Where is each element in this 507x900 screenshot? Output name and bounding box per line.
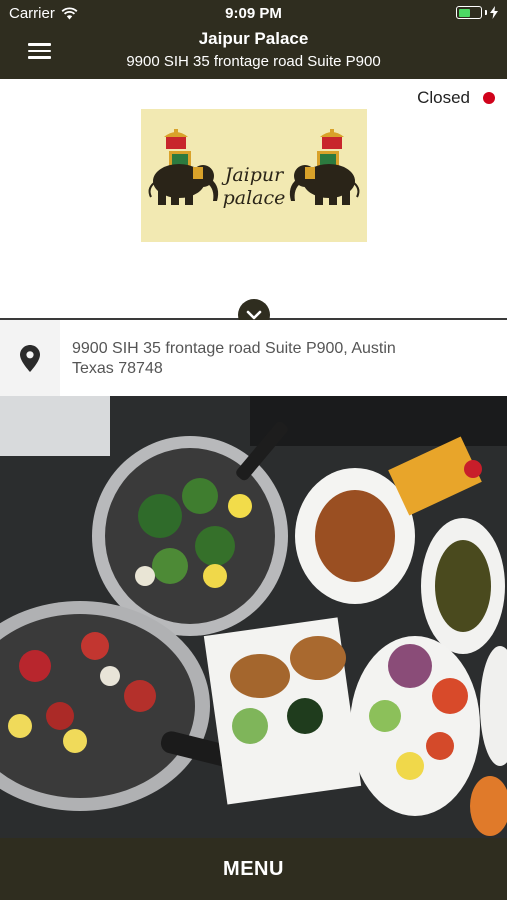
restaurant-name: Jaipur Palace [198,29,309,48]
status-dot-icon [483,92,495,104]
logo-text-line2: palace [223,187,286,209]
restaurant-logo: Jaipur palace [141,109,367,242]
open-status: Closed [417,88,495,108]
menu-button[interactable]: MENU [0,838,507,900]
address-row[interactable]: 9900 SIH 35 frontage road Suite P900, Au… [0,320,507,396]
open-status-label: Closed [417,88,470,107]
chevron-down-icon [246,310,262,320]
clock: 9:09 PM [225,5,282,22]
address-line1: 9900 SIH 35 frontage road Suite P900, Au… [72,340,396,357]
battery-indicator [456,6,498,19]
logo-text-line1: Jaipur [221,164,285,186]
full-address: 9900 SIH 35 frontage road Suite P900, Au… [72,339,472,379]
status-bar: Carrier 9:09 PM [0,0,507,26]
elephant-logo-image: Jaipur palace [148,129,360,209]
header-bar: Carrier 9:09 PM Jaipur Palace 9900 SIH 3… [0,0,507,79]
food-photo [0,396,507,838]
left-elephant-icon [148,129,219,205]
restaurant-address-short: 9900 SIH 35 frontage road Suite P900 [126,53,381,70]
bolt-icon [490,6,498,19]
right-elephant-icon [289,129,360,205]
address-line2: Texas 78748 [72,360,163,377]
map-pin-icon [20,344,40,372]
battery-icon [456,6,482,19]
address-icon-box [0,320,60,396]
